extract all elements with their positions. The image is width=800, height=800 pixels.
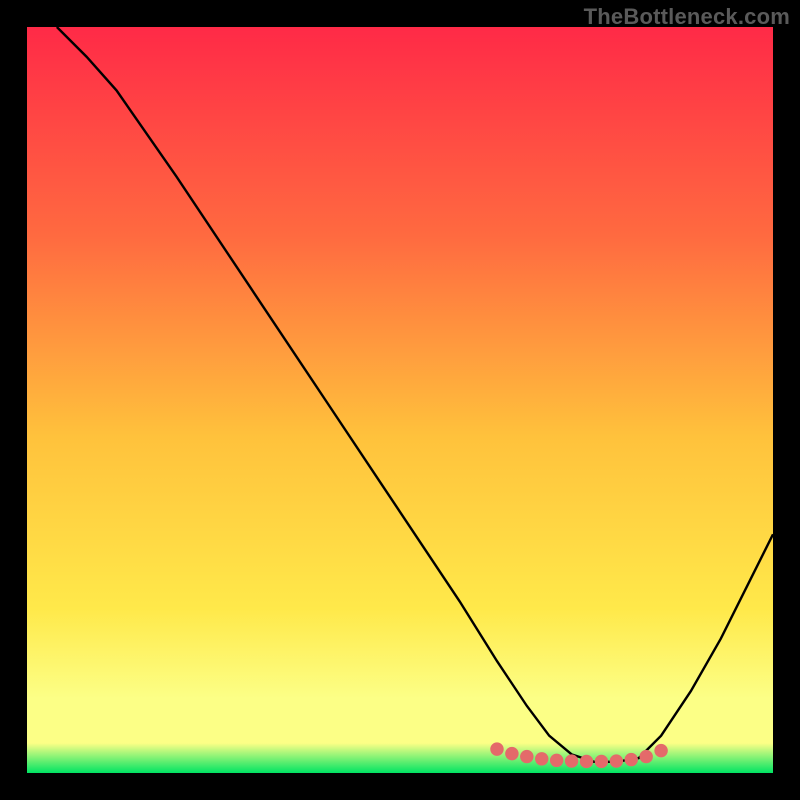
marker-dot [565, 754, 578, 767]
plot-svg [27, 27, 773, 773]
marker-dot [490, 742, 503, 755]
marker-dot [580, 755, 593, 768]
marker-dot [625, 753, 638, 766]
marker-dot [535, 752, 548, 765]
marker-dot [639, 750, 652, 763]
marker-dot [520, 750, 533, 763]
chart-frame: TheBottleneck.com [0, 0, 800, 800]
gradient-background [27, 27, 773, 773]
plot-area [27, 27, 773, 773]
marker-dot [550, 754, 563, 767]
marker-dot [654, 744, 667, 757]
marker-dot [595, 755, 608, 768]
marker-dot [505, 747, 518, 760]
marker-dot [610, 754, 623, 767]
